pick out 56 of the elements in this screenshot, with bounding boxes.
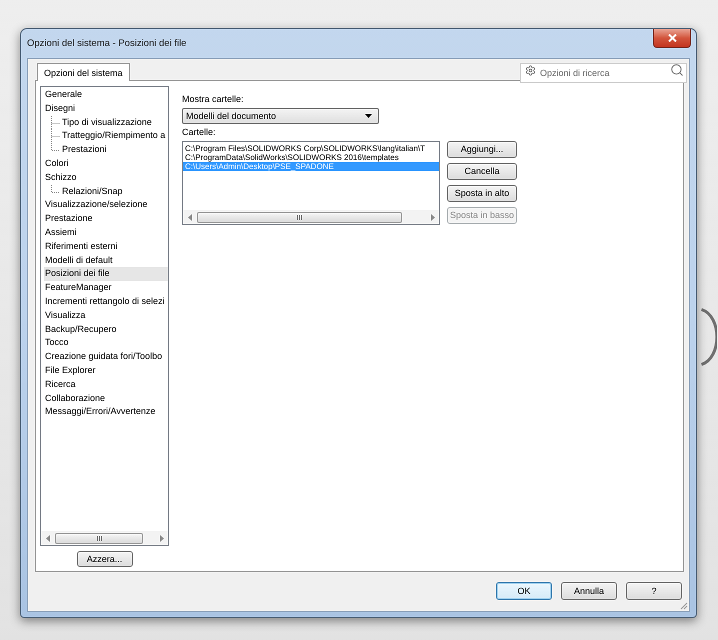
tree-item[interactable]: Generale	[44, 88, 168, 102]
search-icon[interactable]	[670, 63, 684, 77]
tree-item[interactable]: Schizzo	[44, 170, 168, 185]
tree-item[interactable]: Creazione guidata fori/Toolbo	[44, 350, 168, 364]
dialog-button[interactable]: Annulla	[561, 582, 617, 600]
tree-item[interactable]: File Explorer	[44, 364, 168, 378]
close-icon	[668, 34, 676, 42]
tree-item[interactable]: Ricerca	[44, 378, 168, 392]
close-button[interactable]	[653, 29, 691, 48]
tree-item[interactable]: Messaggi/Errori/Avvertenze	[44, 405, 168, 420]
resize-grip-icon[interactable]	[680, 602, 688, 610]
scroll-left-icon[interactable]	[46, 534, 50, 542]
tree-item[interactable]: Modelli di default	[44, 254, 168, 268]
scroll-left-icon[interactable]	[188, 214, 192, 220]
tree-item[interactable]: Prestazioni	[61, 143, 168, 157]
reset-button[interactable]: Azzera...	[76, 551, 132, 567]
window-title: Opzioni del sistema - Posizioni dei file	[27, 38, 186, 50]
dialog-button[interactable]: OK	[496, 582, 552, 600]
scroll-right-icon[interactable]	[430, 214, 434, 220]
settings-icon	[525, 64, 536, 76]
folder-row[interactable]: C:\Program Files\SOLIDWORKS Corp\SOLIDWORKS\lang\italian\T	[183, 144, 439, 153]
folders-label: Cartelle:	[182, 127, 216, 138]
tree-item[interactable]: Visualizza	[44, 308, 168, 323]
tab[interactable]: Opzioni del sistema	[37, 63, 130, 81]
arc-drawing	[700, 308, 717, 366]
dialog-button[interactable]: ?	[626, 582, 682, 600]
tree-line	[51, 184, 60, 193]
tree-item[interactable]: Tratteggio/Riempimento a	[61, 129, 168, 144]
tree-item[interactable]: Backup/Recupero	[44, 322, 168, 336]
tree-item[interactable]: Colori	[44, 156, 168, 171]
folder-row[interactable]: C:\ProgramData\SolidWorks\SOLIDWORKS 2016\templates	[183, 153, 439, 162]
search-field[interactable]: Opzioni di ricerca	[520, 63, 687, 83]
caret-icon	[365, 114, 372, 118]
side-button[interactable]: Aggiungi...	[447, 141, 517, 158]
tree-item[interactable]: Disegni	[44, 102, 168, 116]
tree-item[interactable]: Riferimenti esterni	[44, 240, 168, 254]
tree-item[interactable]: Posizioni dei file	[44, 267, 168, 282]
grip-icon	[297, 214, 302, 220]
grip-icon	[96, 536, 102, 540]
scroll-right-icon[interactable]	[160, 534, 164, 542]
tree-item[interactable]: Tocco	[44, 336, 168, 350]
tree-line	[51, 116, 60, 130]
tree-item[interactable]: FeatureManager	[44, 281, 168, 295]
tree-item[interactable]: Visualizzazione/selezione	[44, 198, 168, 212]
tree-item[interactable]: Incrementi rettangolo di selezi	[44, 294, 168, 309]
show-folders-label: Mostra cartelle:	[182, 94, 244, 105]
tree-item[interactable]: Prestazione	[44, 212, 168, 226]
scrollbar-thumb[interactable]	[197, 212, 402, 222]
tree-item[interactable]: Relazioni/Snap	[61, 184, 168, 198]
folders-dropdown[interactable]: Modelli del documento	[182, 108, 379, 124]
scrollbar-thumb[interactable]	[55, 532, 143, 544]
tree-item[interactable]: Tipo di visualizzazione	[61, 116, 168, 130]
tree-item[interactable]: Collaborazione	[44, 392, 168, 406]
tree-item[interactable]: Assiemi	[44, 226, 168, 240]
side-button[interactable]: Sposta in alto	[447, 185, 517, 202]
side-button[interactable]: Cancella	[447, 163, 517, 180]
